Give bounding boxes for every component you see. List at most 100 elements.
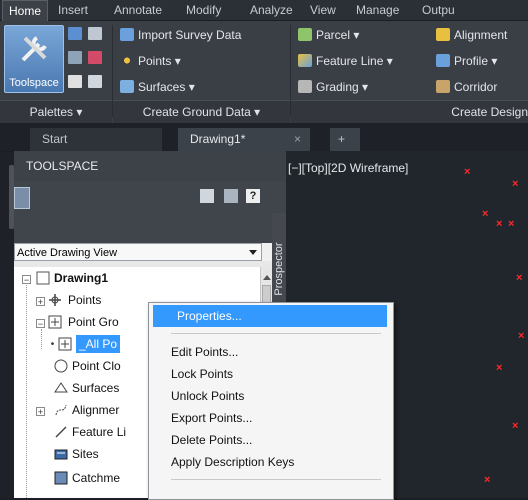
point-marker: × — [518, 330, 525, 342]
prospector-palette-icon[interactable] — [68, 27, 82, 40]
bullet-icon: • — [48, 340, 57, 350]
menu-item-unlock-points[interactable]: Unlock Points — [171, 385, 244, 407]
feature-line-icon — [298, 54, 312, 67]
properties-palette-icon[interactable] — [68, 75, 82, 88]
point-marker: × — [496, 218, 503, 230]
profile-icon — [436, 54, 450, 67]
alignment-dropdown[interactable]: Alignment — [436, 27, 507, 43]
chevron-down-icon — [249, 250, 257, 255]
chevron-down-icon: ▾ — [386, 54, 393, 68]
import-survey-icon — [120, 28, 134, 41]
settings-palette-icon[interactable] — [88, 27, 102, 40]
point-marker: × — [484, 474, 491, 486]
tab-analyze[interactable]: Analyze — [244, 0, 299, 20]
tab-home[interactable]: Home — [2, 0, 49, 21]
tree-view-icon[interactable] — [200, 189, 214, 203]
search-icon[interactable] — [14, 187, 30, 209]
menu-item-properties[interactable]: Properties... — [153, 305, 387, 327]
surfaces-icon — [120, 80, 134, 93]
tree-item-all-points[interactable]: _All Po — [76, 335, 121, 353]
corridor-icon — [436, 80, 450, 93]
menu-item-lock-points[interactable]: Lock Points — [171, 363, 233, 385]
view-select[interactable]: Active Drawing View — [14, 243, 262, 261]
expand-icon[interactable]: + — [36, 407, 45, 417]
point-groups-icon — [48, 315, 62, 329]
point-marker: × — [512, 178, 519, 190]
toolspace-icon — [21, 36, 47, 62]
point-cloud-icon — [54, 359, 68, 373]
point-group-icon — [58, 337, 72, 351]
menu-item-export-points[interactable]: Export Points... — [171, 407, 252, 429]
grading-icon — [298, 80, 312, 93]
panel-create-design[interactable]: Create Design — [291, 100, 528, 124]
surfaces-dropdown[interactable]: Surfaces ▾ — [120, 79, 195, 95]
parcel-dropdown[interactable]: Parcel ▾ — [298, 27, 359, 43]
menu-item-apply-description-keys[interactable]: Apply Description Keys — [171, 451, 294, 473]
catchments-icon — [54, 471, 68, 485]
document-tab-bar: Start Drawing1* × + — [0, 123, 528, 151]
tab-start[interactable]: Start — [30, 128, 162, 151]
feature-line-dropdown[interactable]: Feature Line ▾ — [298, 53, 393, 69]
viewport-controls-label[interactable]: [−][Top][2D Wireframe] — [288, 161, 408, 175]
toolspace-label: Toolspace — [9, 77, 59, 89]
panel-create-ground-data[interactable]: Create Ground Data ▾ — [113, 100, 290, 124]
tab-view[interactable]: View — [304, 0, 342, 20]
point-marker: × — [508, 218, 515, 230]
toolspace-button[interactable]: Toolspace — [4, 25, 64, 93]
alignment-icon — [436, 28, 450, 41]
feature-lines-icon — [55, 426, 67, 438]
chevron-down-icon: ▾ — [362, 80, 369, 94]
tab-insert[interactable]: Insert — [52, 0, 94, 20]
point-marker: × — [512, 420, 519, 432]
scroll-up-icon[interactable] — [263, 275, 271, 280]
points-icon — [49, 294, 61, 306]
tab-manage[interactable]: Manage — [350, 0, 405, 20]
context-menu: Properties... Edit Points... Lock Points… — [148, 302, 394, 500]
tab-annotate[interactable]: Annotate — [108, 0, 168, 20]
import-survey-data-button[interactable]: Import Survey Data — [120, 27, 241, 43]
chevron-down-icon: ▾ — [174, 54, 181, 68]
menu-item-delete-points[interactable]: Delete Points... — [171, 429, 252, 451]
expand-icon[interactable]: + — [36, 297, 45, 307]
alignments-icon — [55, 404, 67, 416]
chevron-down-icon: ▾ — [491, 54, 498, 68]
tree-item-point-groups[interactable]: Point Gro — [68, 311, 119, 333]
profile-dropdown[interactable]: Profile ▾ — [436, 53, 497, 69]
tree-item-catchments[interactable]: Catchme — [72, 467, 120, 489]
toolspace-title: TOOLSPACE — [14, 151, 286, 181]
toolspace-toolbar: ? — [14, 181, 286, 213]
point-marker: × — [516, 272, 523, 284]
tree-item-points[interactable]: Points — [68, 289, 101, 311]
panel-palettes[interactable]: Palettes ▾ — [0, 100, 112, 124]
point-marker: × — [464, 166, 471, 178]
menu-item-edit-points[interactable]: Edit Points... — [171, 341, 238, 363]
drawing-icon — [36, 271, 50, 285]
points-dropdown[interactable]: Points ▾ — [120, 53, 181, 69]
tree-item-alignments[interactable]: Alignmer — [72, 399, 119, 421]
sites-icon — [54, 449, 68, 460]
chevron-down-icon: ▾ — [353, 28, 360, 42]
grading-dropdown[interactable]: Grading ▾ — [298, 79, 368, 95]
tree-item-drawing1[interactable]: Drawing1 — [54, 267, 108, 289]
tree-item-surfaces[interactable]: Surfaces — [72, 377, 119, 399]
new-tab-button[interactable]: + — [330, 128, 360, 151]
help-icon[interactable]: ? — [246, 189, 260, 203]
tree-item-feature-lines[interactable]: Feature Li — [72, 421, 126, 443]
survey-palette-icon[interactable] — [68, 51, 82, 64]
tab-modify[interactable]: Modify — [180, 0, 227, 20]
tree-item-point-clouds[interactable]: Point Clo — [72, 355, 121, 377]
points-icon — [120, 54, 134, 67]
collapse-icon[interactable]: − — [36, 319, 45, 329]
tab-output[interactable]: Outpu — [416, 0, 461, 20]
close-icon[interactable]: × — [294, 128, 301, 151]
surfaces-icon — [54, 382, 68, 393]
tree-item-sites[interactable]: Sites — [72, 443, 99, 465]
point-marker: × — [482, 208, 489, 220]
chevron-down-icon: ▾ — [188, 80, 195, 94]
ribbon-tab-bar: Home Insert Annotate Modify Analyze View… — [0, 0, 528, 21]
list-view-icon[interactable] — [224, 189, 238, 203]
corridor-button[interactable]: Corridor — [436, 79, 497, 95]
tab-drawing1[interactable]: Drawing1* × — [178, 128, 310, 151]
toolbox-palette-icon[interactable] — [88, 51, 102, 64]
tool-palette-icon[interactable] — [88, 75, 102, 88]
